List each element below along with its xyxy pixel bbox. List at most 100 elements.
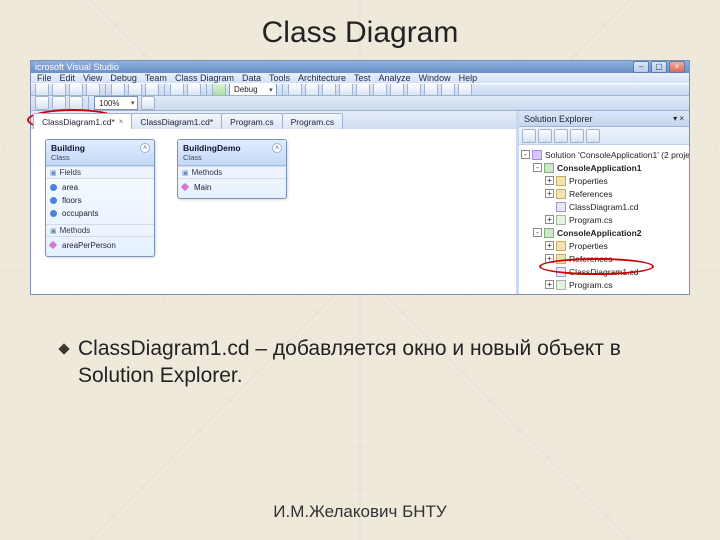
expander-icon[interactable]: + [545,280,554,289]
toolbar-button[interactable] [305,83,319,96]
toolbar-button[interactable] [373,83,387,96]
collapse-icon[interactable]: ˄ [140,143,150,153]
section-fields[interactable]: Fields [46,166,154,179]
tree-item-classdiagram-cd[interactable]: ClassDiagram1.cd [521,200,687,213]
toolbar-button[interactable] [586,129,600,143]
menu-item-view[interactable]: View [83,73,102,83]
menu-item-team[interactable]: Team [145,73,167,83]
expander-icon[interactable]: + [545,215,554,224]
tree-item-classdiagram-cd[interactable]: ClassDiagram1.cd [521,265,687,278]
solution-explorer-title[interactable]: Solution Explorer ▾ × [519,111,689,127]
class-diagram-canvas[interactable]: Building Class ˄ Fields area floors occu… [31,129,516,294]
collapse-icon[interactable]: ˄ [272,143,282,153]
menu-bar[interactable]: File Edit View Debug Team Class Diagram … [31,73,689,83]
toolbar-button[interactable] [458,83,472,96]
expander-icon[interactable]: + [545,241,554,250]
menu-item-analyze[interactable]: Analyze [379,73,411,83]
zoom-dropdown[interactable]: 100% [94,96,138,110]
tab-classdiagram1[interactable]: ClassDiagram1.cd* [131,113,222,129]
toolbar-button[interactable] [570,129,584,143]
expander-icon[interactable]: - [521,150,530,159]
maximize-button[interactable]: ▢ [651,61,667,73]
panel-dropdown-icon[interactable]: ▾ × [673,114,684,123]
minimize-button[interactable]: – [633,61,649,73]
toolbar-button[interactable] [128,83,142,96]
toolbar-separator [88,96,89,110]
tab-label: ClassDiagram1.cd* [140,117,213,127]
window-titlebar[interactable]: icrosoft Visual Studio – ▢ × [31,61,689,73]
expander-icon[interactable]: - [533,228,542,237]
toolbar-button[interactable] [441,83,455,96]
toolbar-button[interactable] [35,96,49,110]
tree-item-properties[interactable]: +Properties [521,174,687,187]
menu-item-window[interactable]: Window [419,73,451,83]
toolbar-button[interactable] [52,83,66,96]
menu-item-tools[interactable]: Tools [269,73,290,83]
close-icon[interactable]: × [119,117,124,126]
tree-item-references[interactable]: + References [521,187,687,200]
start-debug-button[interactable] [212,83,226,96]
method-areaperperson[interactable]: areaPerPerson [62,239,150,252]
toolbar-button[interactable] [407,83,421,96]
class-box-building[interactable]: Building Class ˄ Fields area floors occu… [45,139,155,257]
field-occupants[interactable]: occupants [62,207,150,220]
menu-item-help[interactable]: Help [459,73,478,83]
toolbar-button[interactable] [86,83,100,96]
class-header[interactable]: Building Class ˄ [46,140,154,166]
tree-item-program-cs[interactable]: +Program.cs [521,213,687,226]
toolbar-button[interactable] [554,129,568,143]
toolbar-button[interactable] [69,96,83,110]
close-button[interactable]: × [669,61,685,73]
tab-program-cs[interactable]: Program.cs [221,113,282,129]
toolbar-button[interactable] [187,83,201,96]
tree-item-references[interactable]: +References [521,252,687,265]
expander-icon[interactable]: + [545,254,554,263]
menu-item-data[interactable]: Data [242,73,261,83]
class-box-buildingdemo[interactable]: BuildingDemo Class ˄ Methods Main [177,139,287,199]
toolbar-button[interactable] [141,96,155,110]
editor-area: ClassDiagram1.cd*× ClassDiagram1.cd* Pro… [31,111,519,294]
tab-classdiagram1-active[interactable]: ClassDiagram1.cd*× [33,113,132,129]
menu-item-file[interactable]: File [37,73,52,83]
toolbar-button[interactable] [424,83,438,96]
tree-solution-root[interactable]: - Solution 'ConsoleApplication1' (2 proj… [521,148,687,161]
tree-project-1[interactable]: - ConsoleApplication1 [521,161,687,174]
section-methods[interactable]: Methods [178,166,286,179]
tree-label: References [569,189,612,199]
toolbar-button[interactable] [322,83,336,96]
menu-item-test[interactable]: Test [354,73,371,83]
toolbar-button[interactable] [170,83,184,96]
toolbar-button[interactable] [35,83,49,96]
section-methods[interactable]: Methods [46,224,154,237]
config-dropdown[interactable]: Debug [229,83,277,96]
solution-tree[interactable]: - Solution 'ConsoleApplication1' (2 proj… [519,145,689,294]
document-tabs: ClassDiagram1.cd*× ClassDiagram1.cd* Pro… [31,111,516,129]
toolbar-button[interactable] [111,83,125,96]
toolbar-button[interactable] [145,83,159,96]
cs-file-icon [556,280,566,290]
menu-item-architecture[interactable]: Architecture [298,73,346,83]
toolbar-button[interactable] [356,83,370,96]
toolbar-button[interactable] [52,96,66,110]
method-main[interactable]: Main [194,181,282,194]
toolbar-button[interactable] [69,83,83,96]
solution-explorer-panel: Solution Explorer ▾ × - Solution 'Consol… [519,111,689,294]
toolbar-button[interactable] [339,83,353,96]
tree-item-properties[interactable]: +Properties [521,239,687,252]
class-header[interactable]: BuildingDemo Class ˄ [178,140,286,166]
tree-project-2[interactable]: - ConsoleApplication2 [521,226,687,239]
toolbar-button[interactable] [390,83,404,96]
field-floors[interactable]: floors [62,194,150,207]
toolbar-button[interactable] [538,129,552,143]
tab-program-cs[interactable]: Program.cs [282,113,343,129]
field-area[interactable]: area [62,181,150,194]
expander-icon[interactable]: + [545,189,554,198]
expander-icon[interactable]: - [533,163,542,172]
expander-icon[interactable]: + [545,176,554,185]
menu-item-classdiagram[interactable]: Class Diagram [175,73,234,83]
toolbar-button[interactable] [522,129,536,143]
menu-item-debug[interactable]: Debug [110,73,137,83]
toolbar-button[interactable] [288,83,302,96]
tree-item-program-cs[interactable]: +Program.cs [521,278,687,291]
menu-item-edit[interactable]: Edit [60,73,76,83]
